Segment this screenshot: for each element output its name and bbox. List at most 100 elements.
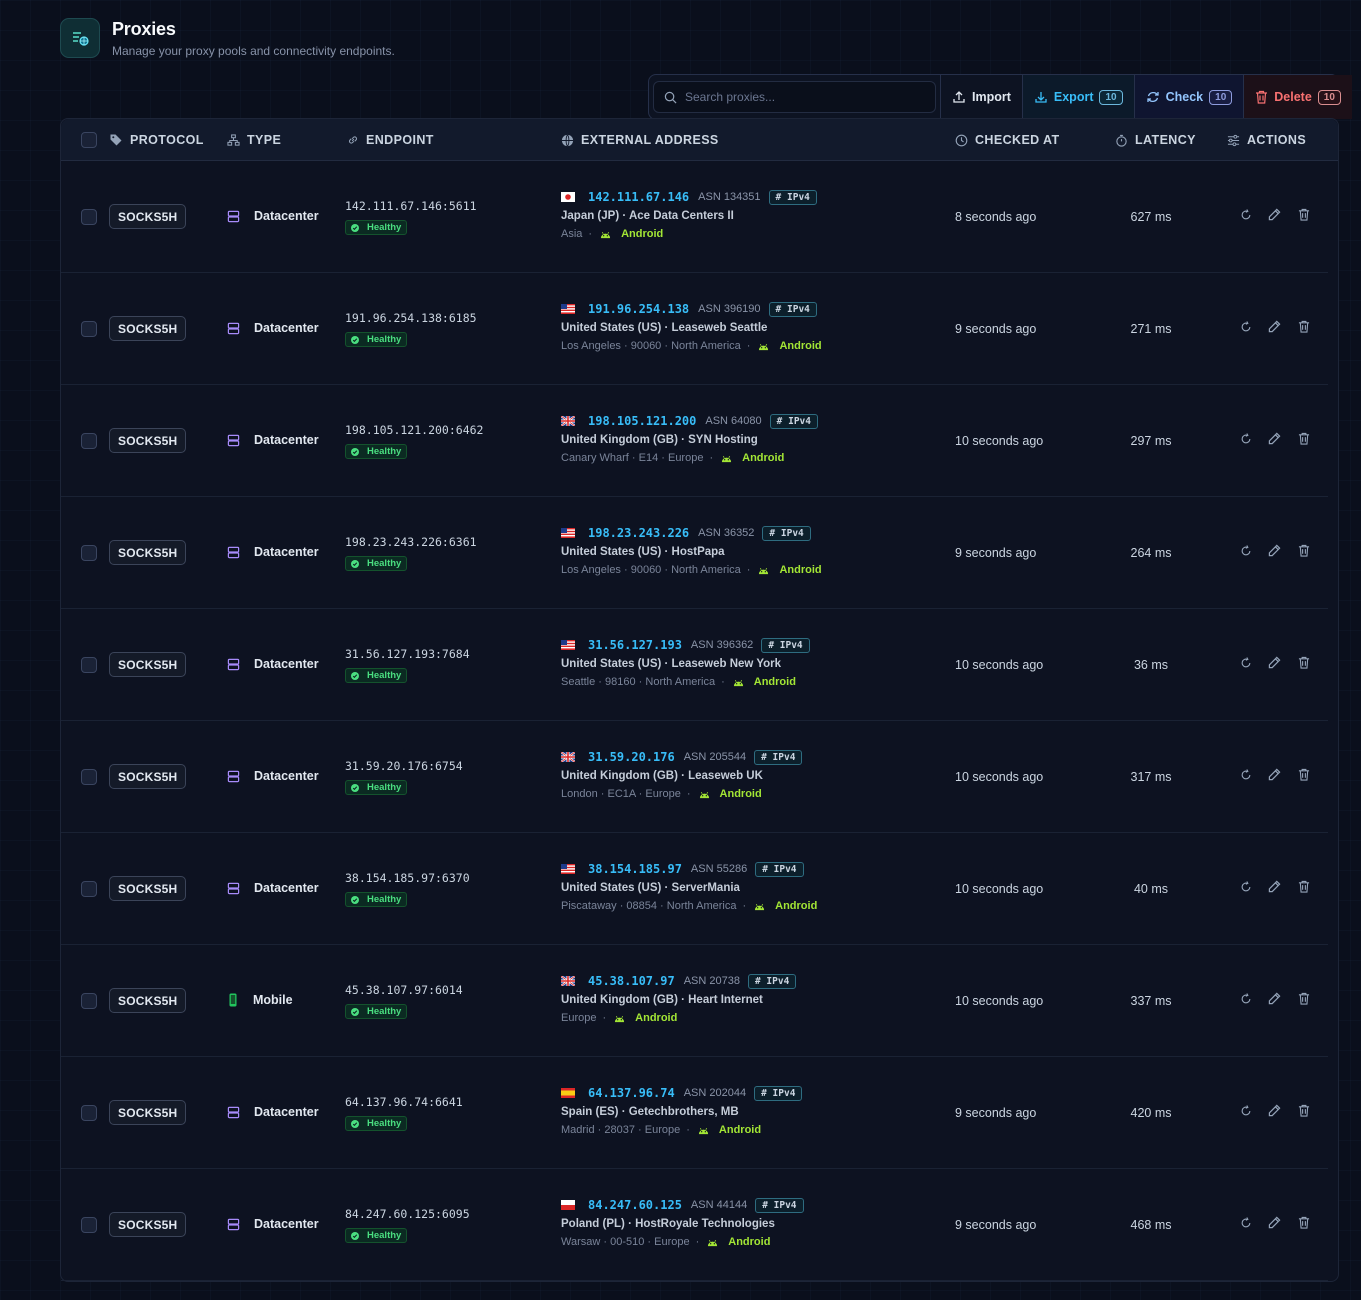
row-select-checkbox[interactable] — [81, 881, 97, 897]
asn-label: ASN 202044 — [683, 1087, 747, 1099]
proxy-type-label: Datacenter — [254, 321, 319, 335]
col-endpoint[interactable]: ENDPOINT — [347, 119, 434, 161]
recheck-icon[interactable] — [1231, 208, 1260, 221]
external-address-cell: 31.56.127.193 ASN 396362 # IPv4 United S… — [561, 637, 810, 688]
search-input[interactable] — [685, 90, 925, 104]
row-actions — [1231, 768, 1318, 781]
external-ip[interactable]: 191.96.254.138 — [588, 302, 689, 316]
edit-icon[interactable] — [1260, 1216, 1289, 1229]
row-select-checkbox[interactable] — [81, 769, 97, 785]
col-checked-at[interactable]: CHECKED AT — [955, 119, 1060, 161]
delete-icon[interactable] — [1289, 1104, 1318, 1117]
recheck-icon[interactable] — [1231, 1216, 1260, 1229]
import-button[interactable]: Import — [940, 75, 1022, 119]
col-type[interactable]: TYPE — [227, 119, 281, 161]
endpoint-address[interactable]: 64.137.96.74:6641 — [345, 1095, 463, 1109]
delete-icon[interactable] — [1289, 768, 1318, 781]
delete-icon[interactable] — [1289, 544, 1318, 557]
endpoint-address[interactable]: 198.105.121.200:6462 — [345, 423, 483, 437]
os-label: Android — [614, 1012, 677, 1024]
latency-value: 420 ms — [1130, 1106, 1172, 1120]
proxy-type-label: Mobile — [253, 993, 293, 1007]
proxy-type: Datacenter — [227, 1105, 319, 1119]
recheck-icon[interactable] — [1231, 544, 1260, 557]
protocol-badge: SOCKS5H — [109, 204, 187, 229]
recheck-icon[interactable] — [1231, 1104, 1260, 1117]
endpoint-address[interactable]: 198.23.243.226:6361 — [345, 535, 477, 549]
row-actions — [1231, 656, 1318, 669]
edit-icon[interactable] — [1260, 1104, 1289, 1117]
col-external-address[interactable]: EXTERNAL ADDRESS — [561, 119, 719, 161]
external-ip[interactable]: 84.247.60.125 — [588, 1198, 682, 1212]
delete-icon[interactable] — [1289, 320, 1318, 333]
row-select-checkbox[interactable] — [81, 545, 97, 561]
row-select-checkbox[interactable] — [81, 321, 97, 337]
export-button[interactable]: Export 10 — [1021, 75, 1134, 119]
country-org: United States (US) · Leaseweb New York — [561, 658, 782, 670]
trash-icon — [1256, 90, 1268, 104]
os-name: Android — [621, 228, 664, 240]
endpoint-address[interactable]: 38.154.185.97:6370 — [345, 871, 470, 885]
delete-icon[interactable] — [1289, 1216, 1318, 1229]
recheck-icon[interactable] — [1231, 320, 1260, 333]
external-ip[interactable]: 31.56.127.193 — [588, 638, 682, 652]
row-select-checkbox[interactable] — [81, 1217, 97, 1233]
edit-icon[interactable] — [1260, 432, 1289, 445]
status-badge: Healthy — [345, 332, 408, 347]
external-ip[interactable]: 142.111.67.146 — [588, 190, 689, 204]
recheck-icon[interactable] — [1231, 768, 1260, 781]
edit-icon[interactable] — [1260, 208, 1289, 221]
recheck-icon[interactable] — [1231, 992, 1260, 1005]
recheck-icon[interactable] — [1231, 656, 1260, 669]
tag-icon — [110, 134, 122, 146]
select-all-checkbox[interactable] — [81, 132, 97, 148]
edit-icon[interactable] — [1260, 320, 1289, 333]
edit-icon[interactable] — [1260, 656, 1289, 669]
page-header: Proxies Manage your proxy pools and conn… — [60, 18, 395, 58]
edit-icon[interactable] — [1260, 992, 1289, 1005]
col-protocol[interactable]: PROTOCOL — [109, 119, 204, 161]
col-latency[interactable]: LATENCY — [1115, 119, 1196, 161]
asn-label: ASN 205544 — [683, 751, 747, 763]
row-select-checkbox[interactable] — [81, 657, 97, 673]
external-ip[interactable]: 198.105.121.200 — [588, 414, 696, 428]
col-type-label: TYPE — [247, 133, 282, 147]
endpoint-cell: 84.247.60.125:6095 Healthy — [345, 1207, 470, 1245]
endpoint-address[interactable]: 84.247.60.125:6095 — [345, 1207, 470, 1221]
check-circle-icon — [351, 783, 363, 792]
endpoint-address[interactable]: 45.38.107.97:6014 — [345, 983, 463, 997]
row-select-checkbox[interactable] — [81, 209, 97, 225]
external-ip[interactable]: 45.38.107.97 — [588, 974, 675, 988]
endpoint-address[interactable]: 31.56.127.193:7684 — [345, 647, 470, 661]
refresh-icon — [1146, 91, 1159, 103]
row-select-checkbox[interactable] — [81, 433, 97, 449]
delete-icon[interactable] — [1289, 656, 1318, 669]
external-ip[interactable]: 31.59.20.176 — [588, 750, 675, 764]
delete-icon[interactable] — [1289, 208, 1318, 221]
external-ip[interactable]: 198.23.243.226 — [588, 526, 689, 540]
recheck-icon[interactable] — [1231, 432, 1260, 445]
check-button[interactable]: Check 10 — [1133, 75, 1244, 119]
delete-icon[interactable] — [1289, 432, 1318, 445]
row-select-checkbox[interactable] — [81, 1105, 97, 1121]
server-icon — [227, 1106, 247, 1119]
endpoint-address[interactable]: 142.111.67.146:5611 — [345, 199, 477, 213]
external-ip[interactable]: 64.137.96.74 — [588, 1086, 675, 1100]
recheck-icon[interactable] — [1231, 880, 1260, 893]
row-select-checkbox[interactable] — [81, 993, 97, 1009]
delete-icon[interactable] — [1289, 992, 1318, 1005]
delete-icon[interactable] — [1289, 880, 1318, 893]
country-org: United States (US) · ServerMania — [561, 882, 740, 894]
delete-button[interactable]: Delete 10 — [1243, 75, 1352, 119]
external-ip[interactable]: 38.154.185.97 — [588, 862, 682, 876]
edit-icon[interactable] — [1260, 544, 1289, 557]
country-flag-icon — [561, 752, 588, 762]
external-address-cell: 38.154.185.97 ASN 55286 # IPv4 United St… — [561, 861, 818, 912]
ip-version-badge: # IPv4 — [761, 637, 810, 653]
checked-at: 8 seconds ago — [955, 210, 1037, 224]
status-badge: Healthy — [345, 668, 408, 683]
endpoint-address[interactable]: 31.59.20.176:6754 — [345, 759, 463, 773]
edit-icon[interactable] — [1260, 880, 1289, 893]
endpoint-address[interactable]: 191.96.254.138:6185 — [345, 311, 477, 325]
edit-icon[interactable] — [1260, 768, 1289, 781]
